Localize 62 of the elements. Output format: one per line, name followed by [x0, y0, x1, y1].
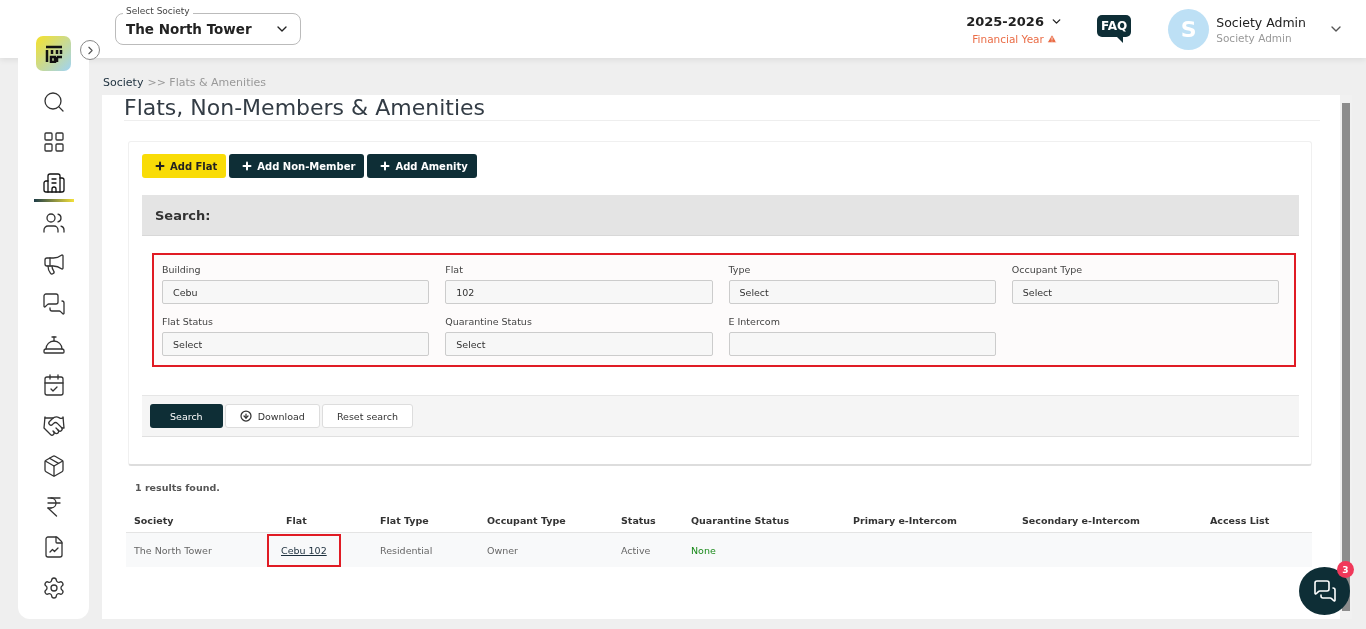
handshake-icon — [41, 413, 66, 438]
column-header: Quarantine Status — [691, 515, 791, 526]
user-role: Society Admin — [1216, 31, 1293, 44]
field-label: Flat — [445, 264, 464, 275]
input-field[interactable]: Select — [1011, 280, 1279, 304]
plus-icon — [241, 160, 254, 172]
input-field[interactable]: Select — [162, 332, 430, 356]
field-label: Flat Status — [162, 316, 214, 327]
select-label: Select Society — [123, 6, 193, 16]
chat-icon — [1312, 579, 1337, 603]
field-label: Quarantine Status — [445, 316, 533, 327]
add-button[interactable]: Add Amenity — [367, 154, 477, 178]
user-avatar: S — [1168, 8, 1210, 50]
column-header: Flat — [286, 515, 308, 526]
plus-icon — [379, 160, 392, 172]
search-icon — [41, 89, 66, 114]
box-icon — [41, 454, 66, 479]
column-header: Society — [134, 515, 175, 526]
field-label: Type — [728, 264, 752, 275]
flat-link[interactable]: Cebu 102 — [269, 535, 339, 565]
column-header: Flat Type — [380, 515, 430, 526]
page-title: Flats, Non-Members & Amenities — [124, 95, 1320, 121]
app-logo — [36, 36, 71, 71]
download-button[interactable]: Download — [224, 404, 320, 428]
add-button[interactable]: Add Non-Member — [229, 154, 365, 178]
warning-icon — [1046, 33, 1057, 44]
table-cell: Active — [621, 544, 651, 556]
download-icon — [239, 410, 252, 422]
add-button[interactable]: Add Flat — [142, 154, 227, 178]
column-header: Primary e-Intercom — [853, 515, 958, 526]
breadcrumb-link[interactable]: Society — [103, 76, 144, 89]
search-action-button[interactable]: Search — [150, 404, 223, 428]
table-cell: Residential — [380, 544, 433, 556]
year-select[interactable]: 2025-2026 — [966, 13, 1063, 29]
input-field[interactable]: Select — [728, 280, 996, 304]
megaphone-icon — [41, 251, 66, 276]
financial-year-caption: Financial Year — [972, 32, 1057, 45]
field-label: Occupant Type — [1011, 264, 1084, 275]
user-name: Society Admin — [1216, 14, 1306, 30]
column-header: Status — [621, 515, 657, 526]
settings-icon — [41, 575, 66, 600]
building-icon — [41, 170, 66, 195]
field-label: Building — [162, 264, 202, 275]
column-header: Secondary e-Intercom — [1022, 515, 1141, 526]
table-cell: None — [691, 544, 716, 556]
chat-icon — [41, 292, 66, 317]
input-field[interactable] — [728, 332, 996, 356]
search-action-button[interactable]: Reset search — [321, 404, 413, 428]
table-cell: Owner — [487, 544, 519, 556]
input-field[interactable]: Select — [445, 332, 713, 356]
field-label: E Intercom — [728, 316, 781, 327]
breadcrumb-current: >> Flats & Amenities — [147, 76, 266, 89]
results-count: 1 results found. — [134, 481, 221, 495]
input-field[interactable]: Cebu — [162, 280, 430, 304]
dashboard-icon — [41, 130, 66, 155]
column-header: Occupant Type — [487, 515, 567, 526]
table-cell: The North Tower — [134, 544, 212, 556]
input-field[interactable]: 102 — [445, 280, 713, 304]
plus-icon — [154, 160, 166, 172]
search-heading: Search: — [155, 207, 211, 223]
column-header: Access List — [1210, 515, 1271, 526]
calendar-icon — [41, 373, 66, 398]
